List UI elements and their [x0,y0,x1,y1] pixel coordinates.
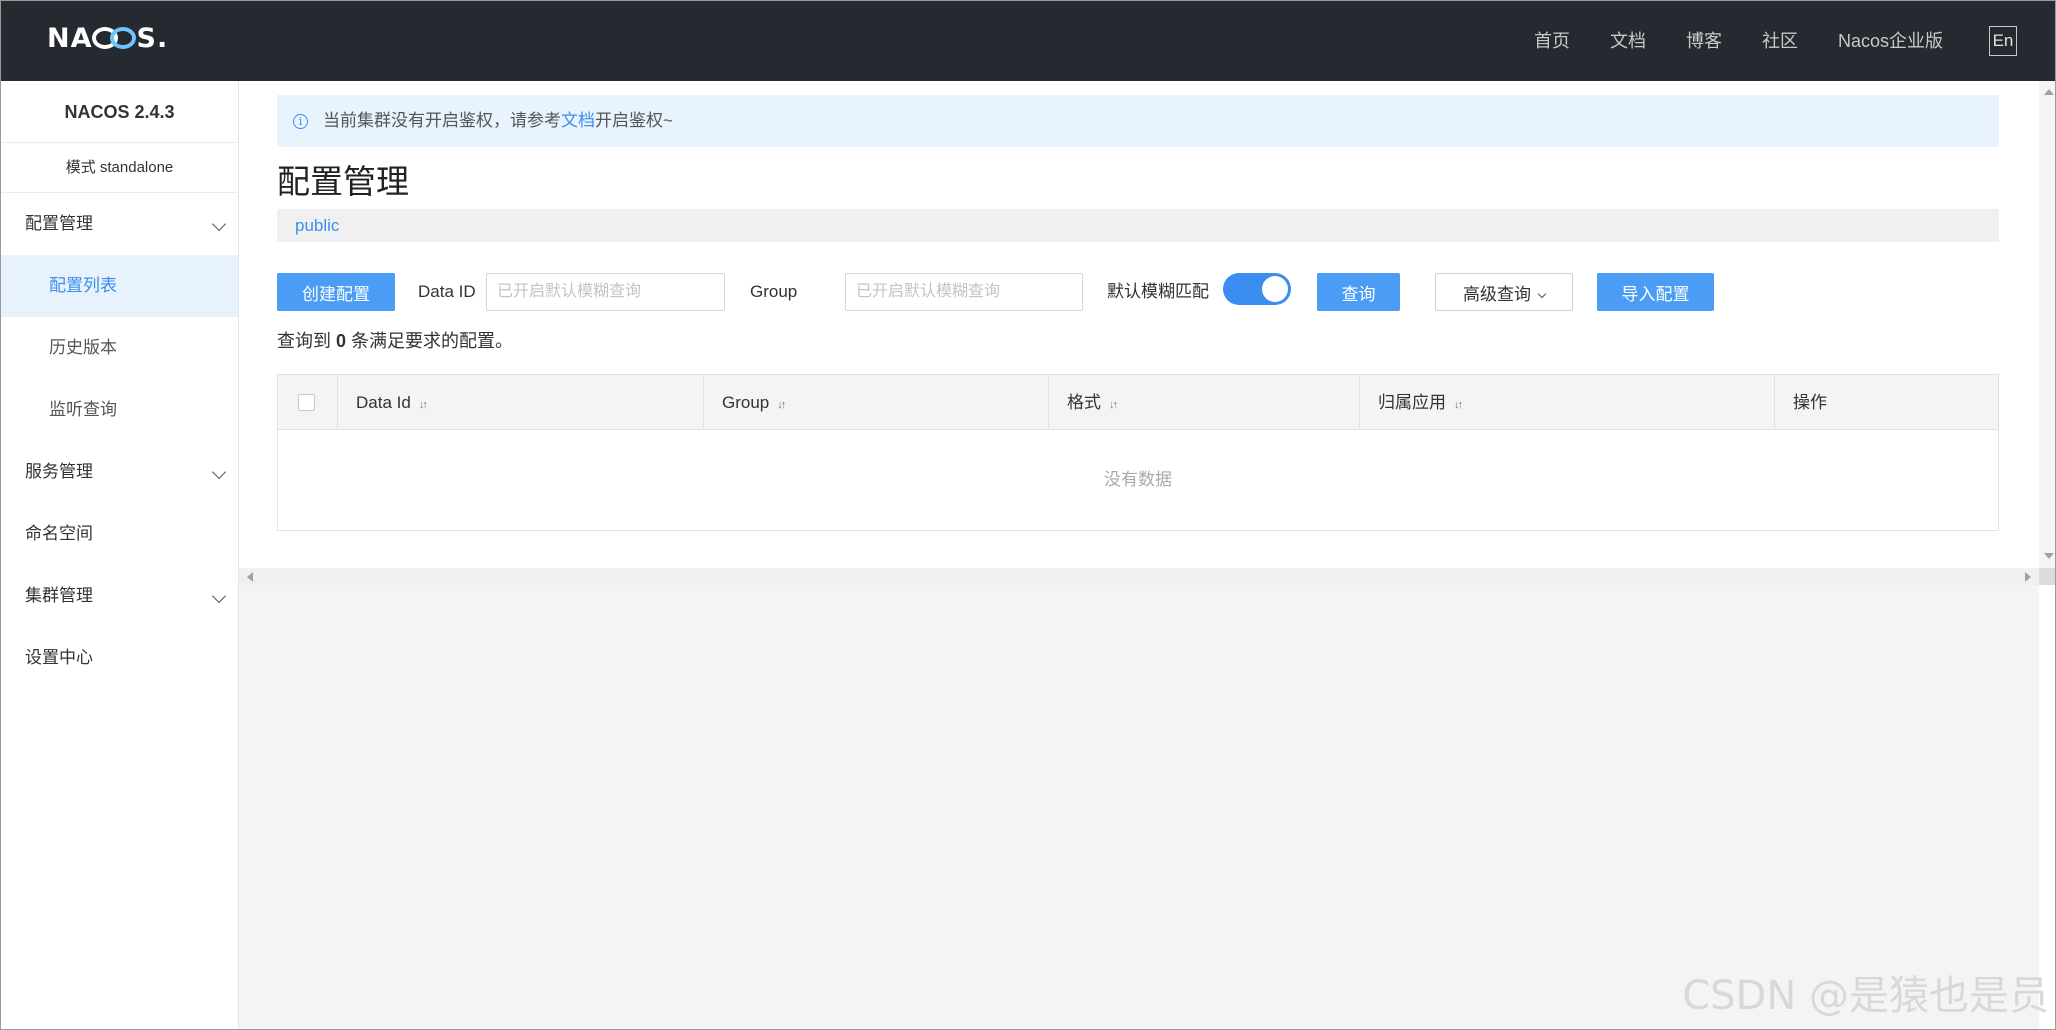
column-label: Data Id [356,393,411,412]
sidebar-item-config-management[interactable]: 配置管理 [1,193,238,255]
logo-text-left: NA [47,23,93,54]
sidebar-item-namespace[interactable]: 命名空间 [1,503,238,565]
namespace-bar: public [277,209,1999,242]
advanced-search-button[interactable]: 高级查询 [1435,273,1573,311]
sidebar-item-history[interactable]: 历史版本 [1,317,238,379]
sidebar-item-listener-query[interactable]: 监听查询 [1,379,238,441]
chevron-down-icon [211,464,227,480]
page-title: 配置管理 [277,163,409,200]
version-label: NACOS 2.4.3 [1,81,238,143]
sidebar-item-label: 监听查询 [49,400,117,419]
result-summary: 查询到 0 条满足要求的配置。 [277,327,513,353]
sidebar-item-config-list[interactable]: 配置列表 [1,255,238,317]
namespace-public-link[interactable]: public [295,216,339,235]
info-icon: i [293,114,308,129]
chevron-down-icon [1537,289,1547,298]
result-prefix: 查询到 [277,331,331,351]
toggle-knob [1262,276,1288,302]
empty-state: 没有数据 [1104,470,1172,489]
column-label: Group [722,393,770,412]
column-label: 归属应用 [1378,393,1446,412]
data-id-label: Data ID [418,282,476,301]
advanced-search-label: 高级查询 [1463,284,1531,304]
config-table: Data Id↓↑ Group↓↑ 格式↓↑ 归属应用↓↑ 操作 没有数 [277,374,1999,531]
chevron-down-icon [211,588,227,604]
column-header-app[interactable]: 归属应用 ↓↑ [1360,375,1775,430]
alert-text-before: 当前集群没有开启鉴权，请参考 [323,111,561,130]
nav-community[interactable]: 社区 [1762,1,1798,81]
create-config-button[interactable]: 创建配置 [277,273,395,311]
fuzzy-match-label: 默认模糊匹配 [1107,282,1209,301]
vertical-scrollbar[interactable] [2039,81,2055,569]
column-header-actions: 操作 [1775,375,1998,430]
nav-home[interactable]: 首页 [1534,1,1570,81]
nav-docs[interactable]: 文档 [1610,1,1646,81]
sidebar-item-settings[interactable]: 设置中心 [1,627,238,689]
sidebar-item-label: 历史版本 [49,338,117,357]
fuzzy-match-toggle[interactable] [1223,273,1291,305]
main-area: i 当前集群没有开启鉴权，请参考文档开启鉴权~ 配置管理 public 创建配置… [239,81,2039,1029]
table-header: Data Id ↓↑ Group ↓↑ 格式 ↓↑ 归属应用 ↓↑ 操作 [278,375,1998,430]
group-label: Group [750,282,798,301]
data-id-input[interactable] [486,273,725,311]
column-label: 操作 [1793,393,1827,412]
sort-icon[interactable]: ↓↑ [777,399,786,411]
alert-docs-link[interactable]: 文档 [561,111,595,130]
watermark: CSDN @是猿也是员 [1682,973,2049,1019]
scroll-up-icon[interactable] [2044,89,2054,95]
sidebar-item-label: 服务管理 [25,462,93,481]
sidebar-item-label: 命名空间 [25,524,93,543]
column-header-data-id[interactable]: Data Id ↓↑ [338,375,704,430]
select-all-checkbox[interactable] [298,394,315,411]
browser-frame: NA S. 首页 文档 博客 社区 Nacos企业版 En NACOS 2.4.3… [0,0,2056,1030]
result-count: 0 [336,331,347,351]
top-nav: 首页 文档 博客 社区 Nacos企业版 En [1534,1,2017,81]
result-suffix: 条满足要求的配置。 [351,331,514,351]
nacos-logo[interactable]: NA S. [47,23,168,57]
auth-alert: i 当前集群没有开启鉴权，请参考文档开启鉴权~ [277,95,1999,147]
language-switch-button[interactable]: En [1989,26,2017,56]
horizontal-scrollbar[interactable] [239,568,2039,585]
logo-rings-icon [91,26,138,50]
sort-icon[interactable]: ↓↑ [1109,399,1118,411]
alert-text-after: 开启鉴权~ [595,111,673,130]
sidebar-item-label: 配置管理 [25,214,93,233]
select-all-cell [278,375,338,430]
search-button[interactable]: 查询 [1317,273,1400,311]
content-panel: i 当前集群没有开启鉴权，请参考文档开启鉴权~ 配置管理 public 创建配置… [239,81,2039,568]
sort-icon[interactable]: ↓↑ [1454,399,1463,411]
sidebar: NACOS 2.4.3 模式 standalone 配置管理 配置列表 历史版本… [1,81,239,1029]
scrollbar-corner [2039,568,2055,585]
column-header-format[interactable]: 格式 ↓↑ [1049,375,1360,430]
logo-text-right: S. [136,23,169,54]
sidebar-item-label: 配置列表 [49,276,117,295]
scroll-down-icon[interactable] [2044,553,2054,559]
sidebar-item-service-management[interactable]: 服务管理 [1,441,238,503]
nav-enterprise[interactable]: Nacos企业版 [1838,1,1943,81]
sidebar-item-cluster-management[interactable]: 集群管理 [1,565,238,627]
search-toolbar: 创建配置 Data ID Group 默认模糊匹配 查询 高级查询 导入配置 [277,273,1999,311]
top-nav-bar: NA S. 首页 文档 博客 社区 Nacos企业版 En [1,1,2055,81]
sort-icon[interactable]: ↓↑ [419,399,428,411]
scroll-right-icon[interactable] [2025,572,2031,582]
scroll-left-icon[interactable] [247,572,253,582]
sidebar-item-label: 集群管理 [25,586,93,605]
sidebar-item-label: 设置中心 [25,648,93,667]
column-label: 格式 [1067,393,1101,412]
group-input[interactable] [845,273,1083,311]
column-header-group[interactable]: Group ↓↑ [704,375,1049,430]
mode-label: 模式 standalone [1,143,238,193]
chevron-down-icon [211,216,227,232]
import-config-button[interactable]: 导入配置 [1597,273,1714,311]
nav-blog[interactable]: 博客 [1686,1,1722,81]
